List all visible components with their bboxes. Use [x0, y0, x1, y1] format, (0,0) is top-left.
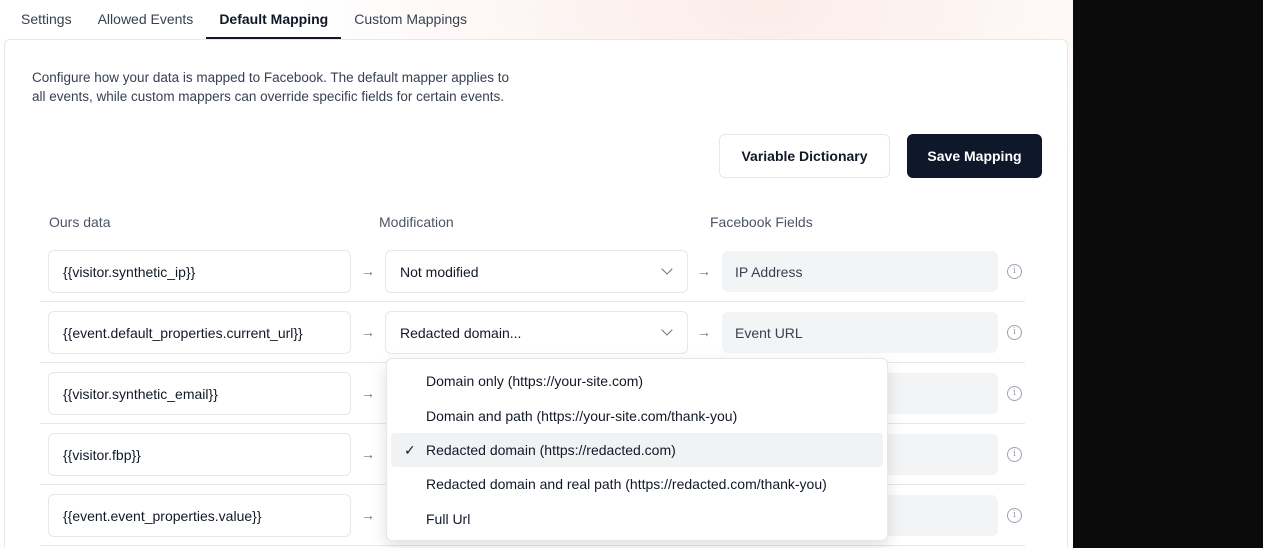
tab-custom-mappings[interactable]: Custom Mappings	[341, 0, 480, 37]
arrow-right-icon: →	[361, 507, 375, 523]
dropdown-option-domain-only[interactable]: Domain only (https://your-site.com)	[391, 364, 883, 398]
chevron-down-icon	[661, 324, 673, 336]
modification-select[interactable]: Redacted domain...	[385, 311, 688, 354]
check-icon: ✓	[404, 441, 416, 458]
tab-settings[interactable]: Settings	[0, 0, 85, 37]
info-icon[interactable]: i	[1007, 325, 1022, 340]
option-label: Domain and path (https://your-site.com/t…	[426, 407, 738, 424]
dark-side-panel	[1073, 0, 1263, 548]
description-line-1: Configure how your data is mapped to Fac…	[32, 70, 510, 85]
tab-allowed-events[interactable]: Allowed Events	[85, 0, 207, 37]
tab-default-mapping[interactable]: Default Mapping	[206, 0, 342, 39]
ours-data-input[interactable]: {{event.default_properties.current_url}}	[48, 311, 351, 354]
option-label: Full Url	[426, 510, 471, 527]
info-icon[interactable]: i	[1007, 386, 1022, 401]
modification-select-value: Not modified	[400, 263, 479, 280]
facebook-field: Event URL	[722, 312, 998, 353]
arrow-right-icon: →	[361, 263, 375, 279]
info-icon[interactable]: i	[1007, 447, 1022, 462]
modification-select-value: Redacted domain...	[400, 324, 522, 341]
description: Configure how your data is mapped to Fac…	[32, 68, 602, 106]
column-header-modification: Modification	[379, 214, 454, 230]
facebook-field: IP Address	[722, 251, 998, 292]
chevron-down-icon	[661, 263, 673, 275]
tab-bar: Settings Allowed Events Default Mapping …	[0, 0, 480, 39]
dropdown-option-domain-and-path[interactable]: Domain and path (https://your-site.com/t…	[391, 398, 883, 432]
ours-data-input[interactable]: {{visitor.synthetic_email}}	[48, 372, 351, 415]
column-header-ours-data: Ours data	[49, 214, 111, 230]
modification-select[interactable]: Not modified	[385, 250, 688, 293]
modification-dropdown-menu: Domain only (https://your-site.com) Doma…	[386, 358, 888, 541]
dropdown-option-full-url[interactable]: Full Url	[391, 502, 883, 536]
option-label: Redacted domain and real path (https://r…	[426, 476, 827, 493]
dropdown-option-redacted-domain[interactable]: ✓ Redacted domain (https://redacted.com)	[391, 432, 883, 468]
description-line-2: all events, while custom mappers can ove…	[32, 89, 504, 104]
arrow-right-icon: →	[697, 324, 711, 340]
row-divider	[40, 545, 1025, 546]
arrow-right-icon: →	[361, 324, 375, 340]
ours-data-input[interactable]: {{visitor.fbp}}	[48, 433, 351, 476]
save-mapping-button[interactable]: Save Mapping	[907, 134, 1042, 178]
ours-data-input[interactable]: {{visitor.synthetic_ip}}	[48, 250, 351, 293]
info-icon[interactable]: i	[1007, 264, 1022, 279]
arrow-right-icon: →	[361, 385, 375, 401]
arrow-right-icon: →	[697, 263, 711, 279]
arrow-right-icon: →	[361, 446, 375, 462]
variable-dictionary-button[interactable]: Variable Dictionary	[719, 134, 890, 178]
dropdown-option-redacted-domain-real-path[interactable]: Redacted domain and real path (https://r…	[391, 467, 883, 501]
info-icon[interactable]: i	[1007, 508, 1022, 523]
row-divider	[40, 301, 1025, 302]
column-header-facebook-fields: Facebook Fields	[710, 214, 813, 230]
ours-data-input[interactable]: {{event.event_properties.value}}	[48, 494, 351, 537]
option-label: Domain only (https://your-site.com)	[426, 373, 644, 390]
option-label: Redacted domain (https://redacted.com)	[426, 441, 676, 458]
